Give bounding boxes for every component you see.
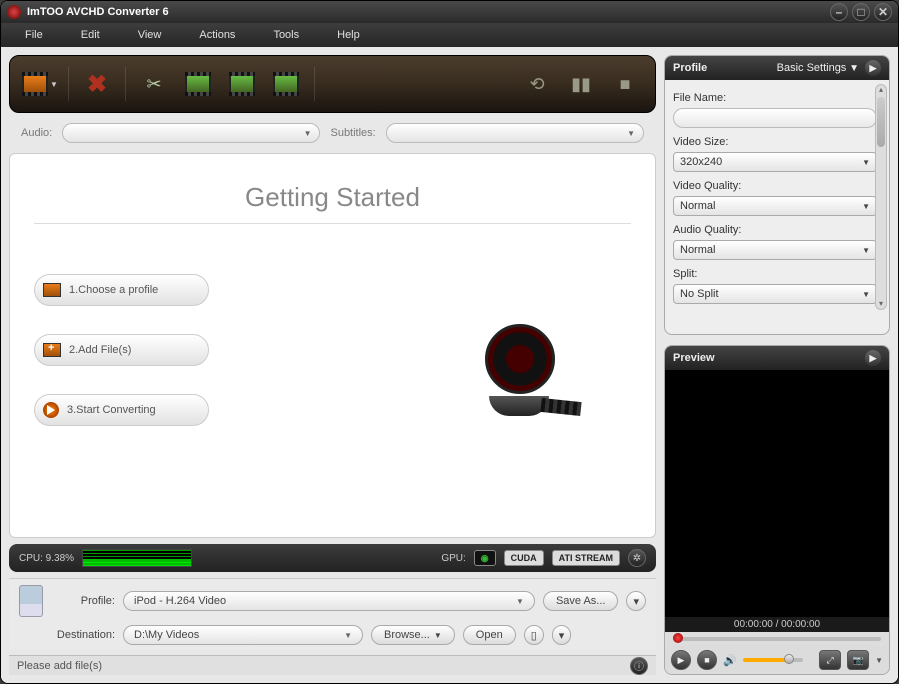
basic-settings-toggle[interactable]: Basic Settings ▼ — [777, 62, 859, 74]
step-start-converting[interactable]: 3.Start Converting — [34, 394, 209, 426]
browse-button[interactable]: Browse...▼ — [371, 625, 455, 645]
split-label: Split: — [673, 268, 877, 280]
merge-button[interactable] — [268, 66, 304, 102]
volume-icon[interactable]: 🔊 — [723, 654, 737, 667]
convert-button[interactable]: ⟲ — [519, 66, 555, 102]
audio-quality-label: Audio Quality: — [673, 224, 877, 236]
seek-knob[interactable] — [673, 633, 683, 643]
device-icon — [19, 585, 43, 617]
seek-bar[interactable] — [665, 632, 889, 646]
menu-view[interactable]: View — [138, 29, 162, 41]
audio-label: Audio: — [21, 127, 52, 139]
preview-panel-title: Preview — [673, 352, 715, 364]
clip-button[interactable]: ✂ — [136, 66, 172, 102]
status-text: Please add file(s) — [17, 660, 102, 672]
preview-panel-collapse-button[interactable]: ▶ — [865, 350, 881, 366]
nvidia-badge: ◉ — [474, 550, 496, 566]
fullscreen-button[interactable]: ⤢ — [819, 650, 841, 670]
profile-value: iPod - H.264 Video — [134, 595, 226, 607]
statusbar: Please add file(s) ⓘ — [9, 655, 656, 675]
effects-button[interactable] — [224, 66, 260, 102]
minimize-button[interactable]: – — [830, 3, 848, 21]
profile-icon — [43, 283, 61, 297]
step-label: 3.Start Converting — [67, 404, 156, 416]
step-add-files[interactable]: 2.Add File(s) — [34, 334, 209, 366]
close-button[interactable]: ✕ — [874, 3, 892, 21]
ati-stream-badge: ATI STREAM — [552, 550, 620, 566]
profile-label: Profile: — [51, 595, 115, 607]
titlebar: ImTOO AVCHD Converter 6 – □ ✕ — [1, 1, 898, 23]
audio-select[interactable]: ▼ — [62, 123, 320, 143]
convert-icon — [43, 402, 59, 418]
snapshot-menu-button[interactable]: ▼ — [875, 656, 883, 665]
app-window: ImTOO AVCHD Converter 6 – □ ✕ File Edit … — [0, 0, 899, 684]
menu-actions[interactable]: Actions — [199, 29, 235, 41]
file-name-input[interactable] — [673, 108, 877, 128]
cpu-label: CPU: 9.38% — [19, 553, 74, 564]
getting-started-panel: Getting Started 1.Choose a profile 2.Add… — [9, 153, 656, 538]
destination-value: D:\My Videos — [134, 629, 199, 641]
audio-subtitle-row: Audio: ▼ Subtitles: ▼ — [9, 119, 656, 147]
app-title: ImTOO AVCHD Converter 6 — [27, 6, 826, 18]
stop-preview-button[interactable]: ■ — [697, 650, 717, 670]
edit-button[interactable] — [180, 66, 216, 102]
save-as-menu-button[interactable]: ▾ — [626, 591, 646, 611]
app-icon — [7, 5, 21, 19]
add-icon — [43, 343, 61, 357]
file-name-label: File Name: — [673, 92, 877, 104]
remove-button[interactable]: ✖ — [79, 66, 115, 102]
audio-quality-select[interactable]: Normal▼ — [673, 240, 877, 260]
destination-select[interactable]: D:\My Videos ▼ — [123, 625, 363, 645]
step-choose-profile[interactable]: 1.Choose a profile — [34, 274, 209, 306]
split-select[interactable]: No Split▼ — [673, 284, 877, 304]
profile-select[interactable]: iPod - H.264 Video ▼ — [123, 591, 535, 611]
add-file-button[interactable]: ▼ — [22, 66, 58, 102]
preview-time: 00:00:00 / 00:00:00 — [665, 617, 889, 632]
video-size-label: Video Size: — [673, 136, 877, 148]
bottom-panel: Profile: iPod - H.264 Video ▼ Save As...… — [9, 578, 656, 649]
menu-file[interactable]: File — [25, 29, 43, 41]
cpu-meter — [82, 549, 192, 567]
menu-tools[interactable]: Tools — [273, 29, 299, 41]
device-transfer-button[interactable]: ▯ — [524, 625, 544, 645]
status-info-button[interactable]: ⓘ — [630, 657, 648, 675]
profile-panel-collapse-button[interactable]: ▶ — [865, 60, 881, 76]
system-bar: CPU: 9.38% GPU: ◉ CUDA ATI STREAM ✲ — [9, 544, 656, 572]
profile-scrollbar[interactable]: ▴▾ — [875, 84, 887, 310]
menubar: File Edit View Actions Tools Help — [1, 23, 898, 47]
stop-button[interactable]: ■ — [607, 66, 643, 102]
preview-panel: Preview ▶ 00:00:00 / 00:00:00 ▶ ■ 🔊 ⤢ 📷 — [664, 345, 890, 675]
snapshot-button[interactable]: 📷 — [847, 650, 869, 670]
profile-panel-title: Profile — [673, 62, 707, 74]
toolbar: ▼ ✖ ✂ ⟲ ▮▮ ■ — [9, 55, 656, 113]
volume-slider[interactable] — [743, 658, 803, 662]
play-button[interactable]: ▶ — [671, 650, 691, 670]
video-size-select[interactable]: 320x240▼ — [673, 152, 877, 172]
menu-help[interactable]: Help — [337, 29, 360, 41]
gpu-settings-button[interactable]: ✲ — [628, 549, 646, 567]
video-quality-label: Video Quality: — [673, 180, 877, 192]
destination-label: Destination: — [51, 629, 115, 641]
maximize-button[interactable]: □ — [852, 3, 870, 21]
profile-panel: Profile Basic Settings ▼ ▶ ▴▾ File Name:… — [664, 55, 890, 335]
step-label: 2.Add File(s) — [69, 344, 131, 356]
save-as-button[interactable]: Save As... — [543, 591, 619, 611]
gpu-label: GPU: — [441, 553, 465, 564]
film-reel-illustration — [475, 324, 575, 424]
menu-edit[interactable]: Edit — [81, 29, 100, 41]
video-quality-select[interactable]: Normal▼ — [673, 196, 877, 216]
step-label: 1.Choose a profile — [69, 284, 158, 296]
cuda-badge: CUDA — [504, 550, 544, 566]
subtitles-select[interactable]: ▼ — [386, 123, 644, 143]
device-transfer-menu-button[interactable]: ▾ — [552, 625, 572, 645]
open-button[interactable]: Open — [463, 625, 516, 645]
preview-viewport — [665, 370, 889, 617]
preview-controls: ▶ ■ 🔊 ⤢ 📷 ▼ — [665, 646, 889, 674]
subtitles-label: Subtitles: — [330, 127, 375, 139]
pause-button[interactable]: ▮▮ — [563, 66, 599, 102]
getting-started-heading: Getting Started — [34, 182, 631, 213]
